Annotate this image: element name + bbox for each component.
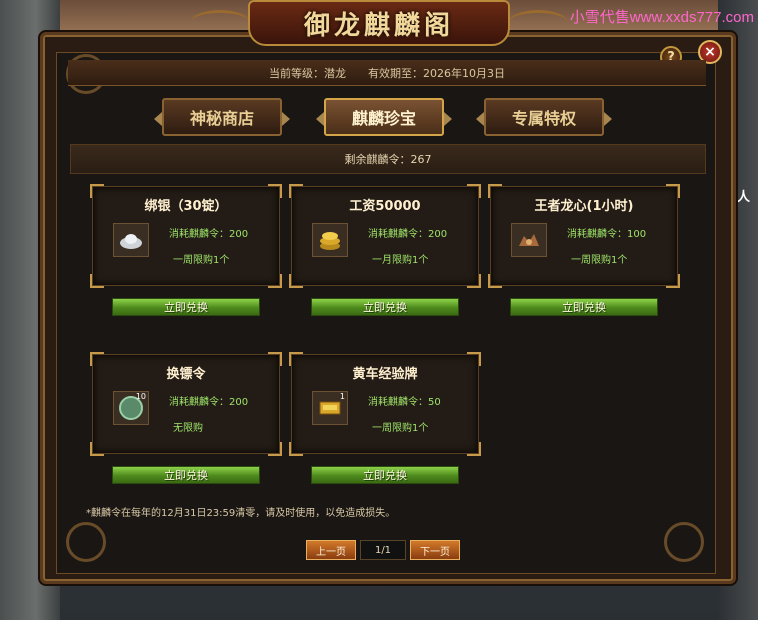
tab-label: 专属特权 — [511, 109, 576, 128]
tab-arrow-right-icon — [282, 112, 290, 126]
corner-ornament-icon — [664, 522, 704, 562]
item-name: 王者龙心(1小时) — [534, 199, 634, 214]
item-cost: 消耗麒麟令：200 — [169, 229, 249, 240]
tab-arrow-left-icon — [154, 112, 162, 126]
card-corner-icon — [289, 442, 303, 456]
gold-coins-icon[interactable] — [312, 223, 348, 257]
escort-token-icon[interactable]: 10 — [113, 391, 149, 425]
prev-page-button[interactable]: 上一页 — [306, 540, 356, 560]
tab-arrow-left-icon — [316, 112, 324, 126]
card-corner-icon — [467, 274, 481, 288]
seller-watermark: 小雪代售www.xxds777.com — [569, 9, 754, 26]
item-cost: 消耗麒麟令：100 — [567, 229, 647, 240]
page-indicator: 1/1 — [360, 540, 406, 560]
tab-arrow-right-icon — [604, 112, 612, 126]
item-name: 绑银（30锭） — [144, 199, 228, 214]
status-header: 当前等级：潜龙 有效期至：2026年10月3日 — [68, 60, 706, 86]
item-card-salary: 工资50000 消耗麒麟令：200 一月限购1个 — [289, 184, 481, 288]
redeem-button[interactable]: 立即兑换 — [112, 298, 260, 316]
item-limit: 一周限购1个 — [173, 255, 230, 266]
card-corner-icon — [666, 274, 680, 288]
remaining-tokens-label: 剩余麒麟令：267 — [344, 153, 432, 166]
item-card-dragon-heart: 王者龙心(1小时) 消耗麒麟令：100 一周限购1个 — [488, 184, 680, 288]
current-level-label: 当前等级：潜龙 — [269, 66, 346, 80]
redeem-button[interactable]: 立即兑换 — [311, 298, 459, 316]
item-limit: 一周限购1个 — [372, 423, 429, 434]
card-corner-icon — [488, 274, 502, 288]
item-cost: 消耗麒麟令：200 — [169, 397, 249, 408]
tab-mystery-shop[interactable]: 神秘商店 — [154, 98, 290, 136]
window-title: 御龙麒麟阁 — [303, 10, 454, 41]
tab-exclusive-privilege[interactable]: 专属特权 — [476, 98, 612, 136]
item-name: 工资50000 — [349, 199, 421, 214]
reset-notice: *麒麟令在每年的12月31日23:59清零，请及时使用，以免造成损失。 — [86, 508, 396, 519]
item-limit: 一月限购1个 — [372, 255, 429, 266]
item-limit: 一周限购1个 — [571, 255, 628, 266]
tab-label: 神秘商店 — [189, 109, 254, 128]
silver-ingot-icon[interactable] — [113, 223, 149, 257]
yellow-cart-icon[interactable]: 1 — [312, 391, 348, 425]
card-corner-icon — [289, 274, 303, 288]
card-corner-icon — [268, 442, 282, 456]
title-ornament-icon — [190, 10, 250, 36]
valid-until-label: 有效期至：2026年10月3日 — [368, 66, 505, 80]
card-corner-icon — [268, 274, 282, 288]
tab-qilin-treasure[interactable]: 麒麟珍宝 — [316, 98, 452, 136]
shop-tabs: 神秘商店 麒麟珍宝 专属特权 — [150, 98, 620, 138]
tab-arrow-right-icon — [444, 112, 452, 126]
card-corner-icon — [467, 442, 481, 456]
item-name: 黄车经验牌 — [352, 367, 418, 382]
redeem-button[interactable]: 立即兑换 — [311, 466, 459, 484]
card-corner-icon — [90, 442, 104, 456]
next-page-button[interactable]: 下一页 — [410, 540, 460, 560]
redeem-button[interactable]: 立即兑换 — [510, 298, 658, 316]
item-quantity: 1 — [339, 392, 345, 401]
window-title-plate: 御龙麒麟阁 — [248, 0, 510, 46]
item-card-yellow-cart: 黄车经验牌 1 消耗麒麟令：50 一周限购1个 — [289, 352, 481, 456]
tab-label: 麒麟珍宝 — [351, 109, 416, 128]
corner-ornament-icon — [66, 522, 106, 562]
remaining-tokens-bar: 剩余麒麟令：267 — [70, 144, 706, 174]
item-cost: 消耗麒麟令：200 — [368, 229, 448, 240]
card-corner-icon — [90, 274, 104, 288]
title-ornament-icon — [508, 10, 568, 36]
tab-arrow-left-icon — [476, 112, 484, 126]
item-name: 换镖令 — [166, 367, 206, 382]
item-card-escort-token: 换镖令 10 消耗麒麟令：200 无限购 — [90, 352, 282, 456]
redeem-button[interactable]: 立即兑换 — [112, 466, 260, 484]
pagination: 上一页 1/1 下一页 — [306, 540, 460, 560]
item-limit: 无限购 — [173, 423, 203, 434]
dragon-heart-icon[interactable] — [511, 223, 547, 257]
item-cost: 消耗麒麟令：50 — [368, 397, 441, 408]
item-card-silver: 绑银（30锭） 消耗麒麟令：200 一周限购1个 — [90, 184, 282, 288]
item-quantity: 10 — [135, 392, 146, 401]
